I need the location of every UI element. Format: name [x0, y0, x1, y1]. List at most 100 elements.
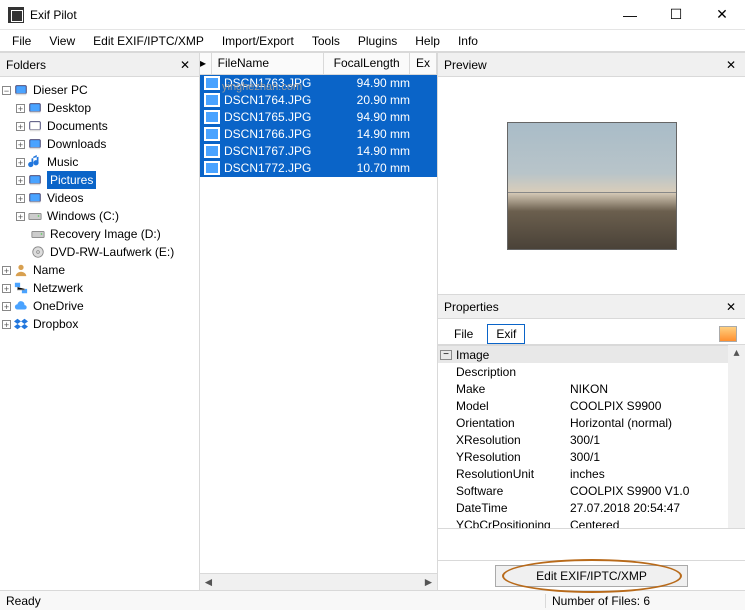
dropbox-icon [13, 317, 29, 331]
properties-scrollbar[interactable]: ▴ [728, 345, 745, 528]
tree-item-downloads[interactable]: +Downloads [2, 135, 199, 153]
tree-item-pictures[interactable]: + Pictures [2, 171, 199, 189]
close-button[interactable]: ✕ [699, 0, 745, 30]
column-ex[interactable]: Ex [410, 53, 437, 74]
column-focallength[interactable]: FocalLength [324, 53, 410, 74]
tree-label: Dropbox [33, 315, 78, 333]
expand-icon[interactable]: + [2, 284, 11, 293]
preview-close-icon[interactable]: ✕ [723, 58, 739, 72]
tree-item-music[interactable]: + Music [2, 153, 199, 171]
file-row[interactable]: DSCN1764.JPG20.90 mm [200, 92, 437, 109]
tree-item-dvd-rw-laufwerk-e-[interactable]: DVD-RW-Laufwerk (E:) [2, 243, 199, 261]
expand-icon[interactable]: + [16, 140, 25, 149]
property-row[interactable]: ResolutionUnitinches [438, 465, 728, 482]
scroll-right-icon[interactable]: ► [420, 575, 437, 589]
expand-icon[interactable]: + [2, 302, 11, 311]
menu-info[interactable]: Info [450, 32, 486, 50]
property-row[interactable]: MakeNIKON [438, 380, 728, 397]
expand-icon[interactable]: + [16, 104, 25, 113]
expand-icon[interactable]: + [2, 320, 11, 329]
properties-title: Properties [444, 300, 723, 314]
file-row[interactable]: DSCN1766.JPG14.90 mm [200, 126, 437, 143]
file-row[interactable]: DSCN1772.JPG10.70 mm [200, 160, 437, 177]
tree-item-recovery-image-d-[interactable]: Recovery Image (D:) [2, 225, 199, 243]
property-row[interactable]: SoftwareCOOLPIX S9900 V1.0 [438, 482, 728, 499]
property-row[interactable]: YResolution300/1 [438, 448, 728, 465]
menu-edit-exif[interactable]: Edit EXIF/IPTC/XMP [85, 32, 212, 50]
file-row[interactable]: DSCN1765.JPG94.90 mm [200, 109, 437, 126]
tree-item-desktop[interactable]: + Desktop [2, 99, 199, 117]
column-filename[interactable]: FileName [212, 53, 325, 74]
tree-item-name[interactable]: +Name [2, 261, 199, 279]
properties-list[interactable]: −ImageDescriptionMakeNIKONModelCOOLPIX S… [438, 345, 728, 528]
collapse-icon[interactable]: − [440, 350, 452, 360]
cd-icon [30, 245, 46, 259]
tree-label: Pictures [47, 171, 96, 189]
property-row[interactable]: DateTime27.07.2018 20:54:47 [438, 499, 728, 516]
tree-label: Dieser PC [33, 81, 88, 99]
tree-item-windows-c-[interactable]: +Windows (C:) [2, 207, 199, 225]
tree-label: Netzwerk [33, 279, 83, 297]
tree-item-dropbox[interactable]: + Dropbox [2, 315, 199, 333]
file-list[interactable]: yinghezhan.com DSCN1763.JPG94.90 mmDSCN1… [200, 75, 437, 573]
menu-file[interactable]: File [4, 32, 39, 50]
dl-icon [27, 137, 43, 151]
expand-icon[interactable]: + [16, 122, 25, 131]
tree-label: OneDrive [33, 297, 84, 315]
property-row[interactable]: Description [438, 363, 728, 380]
properties-close-icon[interactable]: ✕ [723, 300, 739, 314]
property-row[interactable]: XResolution300/1 [438, 431, 728, 448]
file-focal: 14.90 mm [332, 127, 420, 141]
image-file-icon [204, 93, 220, 107]
folders-close-icon[interactable]: ✕ [177, 58, 193, 72]
tab-exif[interactable]: Exif [487, 324, 525, 344]
tree-label: Music [47, 153, 78, 171]
file-row[interactable]: DSCN1763.JPG94.90 mm [200, 75, 437, 92]
file-row[interactable]: DSCN1767.JPG14.90 mm [200, 143, 437, 160]
expand-icon[interactable]: + [16, 212, 25, 221]
maximize-button[interactable]: ☐ [653, 0, 699, 30]
property-row[interactable]: ModelCOOLPIX S9900 [438, 397, 728, 414]
expand-icon[interactable]: + [16, 176, 25, 185]
tree-item-onedrive[interactable]: + OneDrive [2, 297, 199, 315]
folder-tree[interactable]: −Dieser PC+Desktop+Documents+Downloads+M… [0, 77, 199, 590]
property-row[interactable]: YCbCrPositioningCentered [438, 516, 728, 528]
property-key: ResolutionUnit [438, 467, 570, 481]
properties-tool-icon[interactable] [719, 326, 737, 342]
menu-plugins[interactable]: Plugins [350, 32, 405, 50]
file-focal: 94.90 mm [332, 110, 420, 124]
tree-item-videos[interactable]: + Videos [2, 189, 199, 207]
menu-import-export[interactable]: Import/Export [214, 32, 302, 50]
tab-file[interactable]: File [446, 325, 481, 343]
tree-item-documents[interactable]: +Documents [2, 117, 199, 135]
expand-icon[interactable]: + [2, 266, 11, 275]
expand-icon[interactable]: − [2, 86, 11, 95]
scroll-left-icon[interactable]: ◄ [200, 575, 217, 589]
menu-tools[interactable]: Tools [304, 32, 348, 50]
property-group-image[interactable]: −Image [438, 346, 728, 363]
file-name: DSCN1765.JPG [224, 110, 332, 124]
property-key: Model [438, 399, 570, 413]
horizontal-scrollbar[interactable]: ◄ ► [200, 573, 437, 590]
expand-icon[interactable]: + [16, 158, 25, 167]
expand-icon[interactable]: + [16, 194, 25, 203]
property-key: YCbCrPositioning [438, 518, 570, 529]
tree-item-netzwerk[interactable]: + Netzwerk [2, 279, 199, 297]
tree-item-dieser-pc[interactable]: − Dieser PC [2, 81, 199, 99]
tree-label: Recovery Image (D:) [50, 225, 161, 243]
statusbar: Ready Number of Files: 6 [0, 590, 745, 610]
property-key: Orientation [438, 416, 570, 430]
menu-help[interactable]: Help [407, 32, 448, 50]
tree-label: Videos [47, 189, 83, 207]
column-indicator[interactable]: ▸ [200, 53, 212, 74]
property-value: 300/1 [570, 433, 728, 447]
properties-panel: Properties ✕ File Exif −ImageDescription… [438, 295, 745, 590]
minimize-button[interactable]: — [607, 0, 653, 30]
property-value: inches [570, 467, 728, 481]
edit-exif-button[interactable]: Edit EXIF/IPTC/XMP [495, 565, 688, 587]
tree-label: Desktop [47, 99, 91, 117]
menu-view[interactable]: View [41, 32, 83, 50]
property-row[interactable]: OrientationHorizontal (normal) [438, 414, 728, 431]
image-file-icon [204, 110, 220, 124]
file-focal: 14.90 mm [332, 144, 420, 158]
